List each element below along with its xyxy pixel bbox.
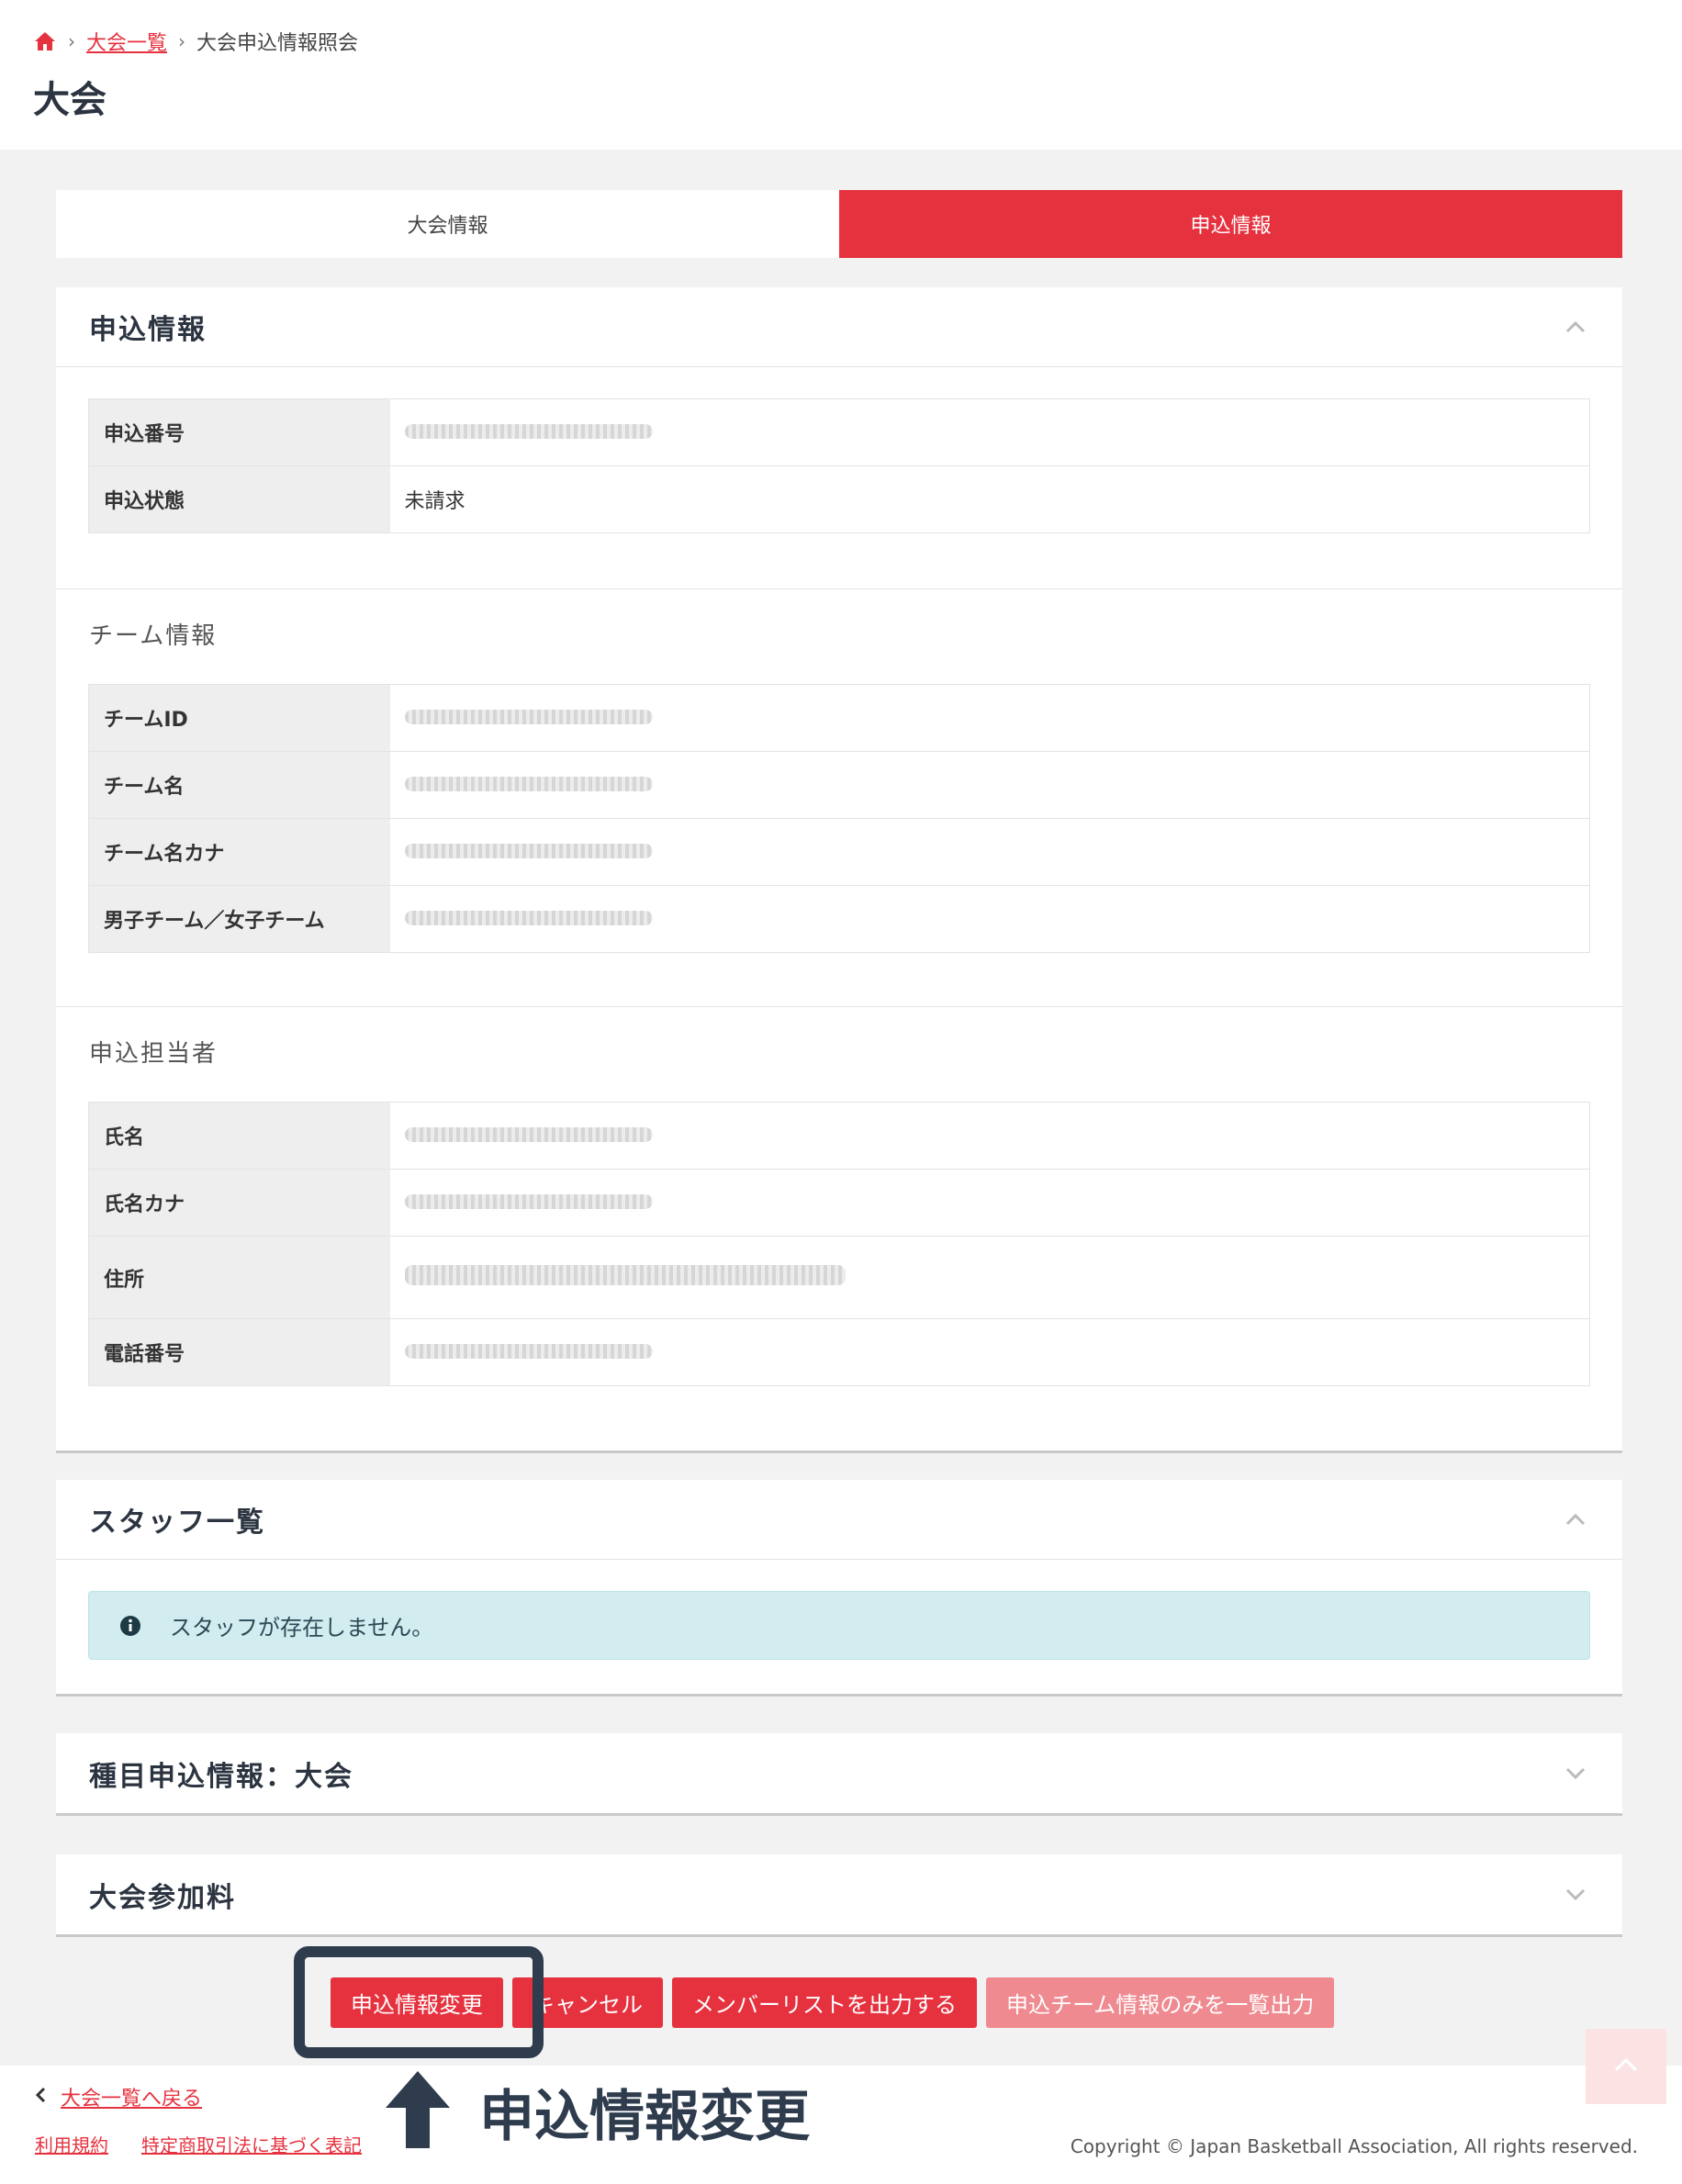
field-value	[389, 1236, 1590, 1319]
chevron-up-icon[interactable]	[1562, 313, 1589, 341]
footer-links: 利用規約 特定商取引法に基づく表記	[35, 2131, 362, 2157]
card-title: 種目申込情報：大会	[89, 1760, 353, 1793]
field-label: 氏名	[88, 1102, 390, 1170]
event-application-header[interactable]: 種目申込情報：大会	[56, 1733, 1622, 1813]
staff-card: スタッフ一覧 スタッフが存在しません。	[56, 1480, 1622, 1697]
field-value	[389, 1169, 1590, 1237]
breadcrumb-link-tournament-list[interactable]: 大会一覧	[86, 27, 167, 56]
page-title: 大会	[33, 79, 107, 121]
table-row: 男子チーム／女子チーム	[88, 885, 1590, 953]
redacted-value	[404, 843, 653, 858]
contact-section-title: 申込担当者	[89, 1040, 219, 1068]
table-row: 氏名カナ	[88, 1169, 1590, 1237]
application-fields-table: 申込番号 申込状態 未請求	[88, 398, 1590, 533]
entry-fee-card: 大会参加料	[56, 1854, 1622, 1937]
table-row: 申込状態 未請求	[88, 465, 1590, 533]
field-value	[389, 751, 1590, 819]
redacted-value	[404, 1343, 653, 1359]
footer: 大会一覧へ戻る 利用規約 特定商取引法に基づく表記 Copyright © Ja…	[0, 2066, 1682, 2184]
arrow-up-icon	[384, 2069, 452, 2154]
table-row: 申込番号	[88, 398, 1590, 466]
tab-tournament-info[interactable]: 大会情報	[56, 190, 839, 258]
card-title: 大会参加料	[89, 1881, 236, 1914]
field-value	[389, 684, 1590, 752]
home-icon[interactable]	[33, 29, 57, 53]
field-label: 申込番号	[88, 398, 390, 466]
field-value	[389, 818, 1590, 886]
team-fields-table: チームID チーム名 チーム名カナ 男子チーム／女子チーム	[88, 684, 1590, 953]
team-section-title: チーム情報	[89, 622, 218, 650]
redacted-value	[404, 1264, 846, 1285]
chevron-up-icon[interactable]	[1562, 1506, 1589, 1533]
export-member-list-button[interactable]: メンバーリストを出力する	[672, 1977, 977, 2028]
table-row: 住所	[88, 1236, 1590, 1319]
staff-empty-alert: スタッフが存在しません。	[88, 1591, 1590, 1660]
table-row: チーム名	[88, 751, 1590, 819]
breadcrumb-current: 大会申込情報照会	[196, 32, 359, 55]
redacted-value	[404, 423, 653, 439]
entry-fee-header[interactable]: 大会参加料	[56, 1854, 1622, 1934]
tab-application-info[interactable]: 申込情報	[839, 190, 1622, 258]
field-label: チーム名	[88, 751, 390, 819]
scroll-to-top-button[interactable]	[1586, 2029, 1666, 2104]
contact-fields-table: 氏名 氏名カナ 住所 電話番号	[88, 1102, 1590, 1386]
application-info-header[interactable]: 申込情報	[56, 287, 1622, 367]
chevron-down-icon[interactable]	[1562, 1881, 1589, 1909]
card-title: スタッフ一覧	[89, 1506, 265, 1539]
field-label: 氏名カナ	[88, 1169, 390, 1237]
event-application-card: 種目申込情報：大会	[56, 1733, 1622, 1816]
field-label: 男子チーム／女子チーム	[88, 885, 390, 953]
terms-link[interactable]: 利用規約	[35, 2131, 108, 2157]
tab-bar: 大会情報 申込情報	[56, 190, 1622, 258]
staff-header[interactable]: スタッフ一覧	[56, 1480, 1622, 1560]
redacted-value	[404, 709, 653, 724]
chevron-right-icon: ›	[68, 30, 75, 52]
info-icon	[118, 1614, 142, 1638]
redacted-value	[404, 1126, 653, 1142]
alert-text: スタッフが存在しません。	[170, 1615, 434, 1641]
annotation: 申込情報変更	[384, 2069, 810, 2154]
field-value	[389, 398, 1590, 466]
field-label: チーム名カナ	[88, 818, 390, 886]
field-label: 申込状態	[88, 465, 390, 533]
back-to-list-link[interactable]: 大会一覧へ戻る	[61, 2082, 202, 2111]
chevron-up-icon	[1614, 2057, 1638, 2076]
field-label: チームID	[88, 684, 390, 752]
field-label: 電話番号	[88, 1318, 390, 1386]
field-value	[389, 1318, 1590, 1386]
annotation-label: 申込情報変更	[479, 2084, 810, 2149]
redacted-value	[404, 776, 653, 791]
redacted-value	[404, 1193, 653, 1209]
tokusho-link[interactable]: 特定商取引法に基づく表記	[141, 2131, 362, 2157]
table-row: チームID	[88, 684, 1590, 752]
application-info-card: 申込情報 申込番号 申込状態 未請求 チーム情報 チームID チーム名 チーム名…	[56, 287, 1622, 1453]
field-value: 未請求	[389, 465, 1590, 533]
page-header: › 大会一覧 › 大会申込情報照会 大会	[0, 0, 1682, 150]
field-label: 住所	[88, 1236, 390, 1319]
back-link[interactable]: 大会一覧へ戻る	[35, 2082, 202, 2111]
export-team-info-button[interactable]: 申込チーム情報のみを一覧出力	[986, 1977, 1335, 2028]
chevron-left-icon	[35, 2086, 46, 2109]
field-value	[389, 1102, 1590, 1170]
table-row: チーム名カナ	[88, 818, 1590, 886]
chevron-right-icon: ›	[178, 30, 186, 52]
field-value	[389, 885, 1590, 953]
copyright: Copyright © Japan Basketball Association…	[1070, 2135, 1638, 2157]
table-row: 氏名	[88, 1102, 1590, 1170]
table-row: 電話番号	[88, 1318, 1590, 1386]
card-title: 申込情報	[89, 314, 207, 346]
redacted-value	[404, 910, 653, 925]
highlight-box	[294, 1946, 544, 2058]
chevron-down-icon[interactable]	[1562, 1760, 1589, 1787]
breadcrumb: › 大会一覧 › 大会申込情報照会	[33, 28, 358, 55]
